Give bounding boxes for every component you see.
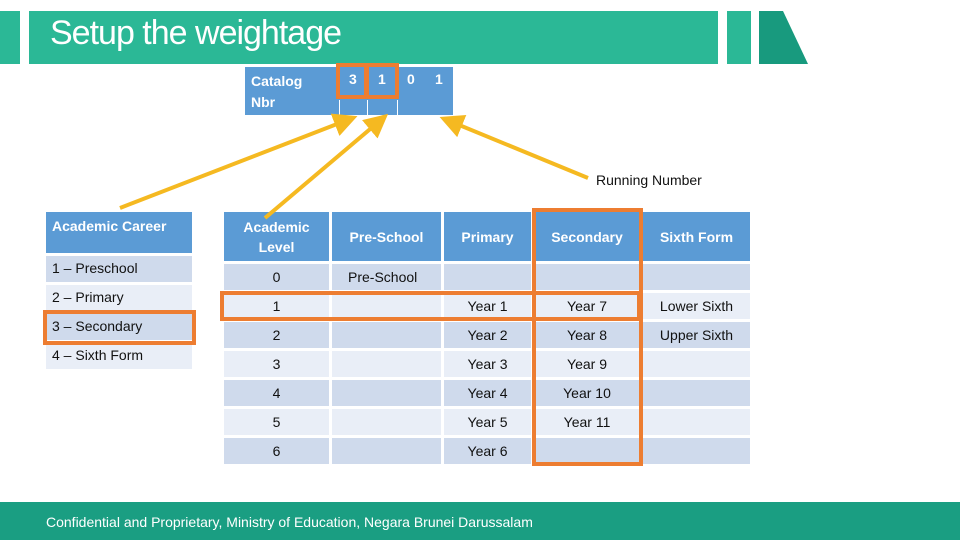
cell-pre-school: [332, 380, 441, 406]
table-row: 1 – Preschool: [46, 256, 192, 282]
cell-secondary: Year 10: [534, 380, 640, 406]
catalog-digit-level: 1: [378, 71, 386, 87]
cell-pre-school: [332, 293, 441, 319]
cell-primary: Year 5: [444, 409, 531, 435]
cell-secondary: Year 9: [534, 351, 640, 377]
cell-sixth-form: [643, 409, 750, 435]
cell-academic-level: 2: [224, 322, 329, 348]
table-row: 0 Pre-School: [224, 264, 750, 290]
academic-career-table: Academic Career 1 – Preschool 2 – Primar…: [46, 212, 192, 369]
cell-secondary: Year 7: [534, 293, 640, 319]
cell-academic-level: 0: [224, 264, 329, 290]
table-header-row: Academic Level Pre-School Primary Second…: [224, 212, 750, 261]
cell-secondary: [534, 438, 640, 464]
catalog-nbr-box: Catalog Nbr 3 1 0 1: [245, 67, 453, 115]
cell-primary: Year 1: [444, 293, 531, 319]
cell-academic-level: 5: [224, 409, 329, 435]
arrow-level-to-digit: [263, 113, 389, 220]
cell-primary: [444, 264, 531, 290]
footer-bar: Confidential and Proprietary, Ministry o…: [0, 502, 960, 540]
cell-primary: Year 6: [444, 438, 531, 464]
cell-sixth-form: [643, 438, 750, 464]
cell-academic-level: 3: [224, 351, 329, 377]
cell-pre-school: [332, 322, 441, 348]
academic-career-header: Academic Career: [46, 212, 192, 253]
catalog-digit-running-2: 1: [435, 71, 443, 87]
cell-secondary: [534, 264, 640, 290]
arrow-career-to-digit: [119, 113, 358, 210]
column-header-academic-level: Academic Level: [224, 212, 329, 261]
header-accent-trapezoid: [759, 11, 808, 64]
column-header-secondary: Secondary: [534, 212, 640, 261]
table-row: 4 Year 4 Year 10: [224, 380, 750, 406]
column-header-pre-school: Pre-School: [332, 212, 441, 261]
column-header-primary: Primary: [444, 212, 531, 261]
arrow-running-number: [439, 114, 589, 180]
cell-academic-level: 1: [224, 293, 329, 319]
cell-pre-school: [332, 438, 441, 464]
cell-pre-school: [332, 409, 441, 435]
cell-academic-level: 4: [224, 380, 329, 406]
cell-sixth-form: Upper Sixth: [643, 322, 750, 348]
cell-sixth-form: [643, 380, 750, 406]
header-accent-bar-left: [0, 11, 20, 64]
page-title: Setup the weightage: [50, 14, 342, 52]
header-accent-bar-small: [727, 11, 751, 64]
table-row: 6 Year 6: [224, 438, 750, 464]
cell-sixth-form: Lower Sixth: [643, 293, 750, 319]
footer-text: Confidential and Proprietary, Ministry o…: [46, 514, 533, 530]
table-row: 3 Year 3 Year 9: [224, 351, 750, 377]
cell-primary: Year 4: [444, 380, 531, 406]
catalog-digit-running-1: 0: [407, 71, 415, 87]
table-row: 4 – Sixth Form: [46, 343, 192, 369]
table-row: 2 – Primary: [46, 285, 192, 311]
cell-pre-school: Pre-School: [332, 264, 441, 290]
catalog-nbr-label: Catalog Nbr: [251, 73, 303, 110]
catalog-divider: [397, 100, 398, 115]
cell-secondary: Year 8: [534, 322, 640, 348]
cell-sixth-form: [643, 264, 750, 290]
cell-primary: Year 2: [444, 322, 531, 348]
catalog-digit-career: 3: [349, 71, 357, 87]
table-row: 1 Year 1 Year 7 Lower Sixth: [224, 293, 750, 319]
cell-primary: Year 3: [444, 351, 531, 377]
table-row: 5 Year 5 Year 11: [224, 409, 750, 435]
table-row: 3 – Secondary: [46, 314, 192, 340]
cell-pre-school: [332, 351, 441, 377]
column-header-sixth-form: Sixth Form: [643, 212, 750, 261]
cell-sixth-form: [643, 351, 750, 377]
cell-academic-level: 6: [224, 438, 329, 464]
running-number-label: Running Number: [596, 172, 702, 188]
catalog-divider: [367, 100, 368, 115]
cell-secondary: Year 11: [534, 409, 640, 435]
catalog-divider: [339, 100, 340, 115]
table-row: 2 Year 2 Year 8 Upper Sixth: [224, 322, 750, 348]
